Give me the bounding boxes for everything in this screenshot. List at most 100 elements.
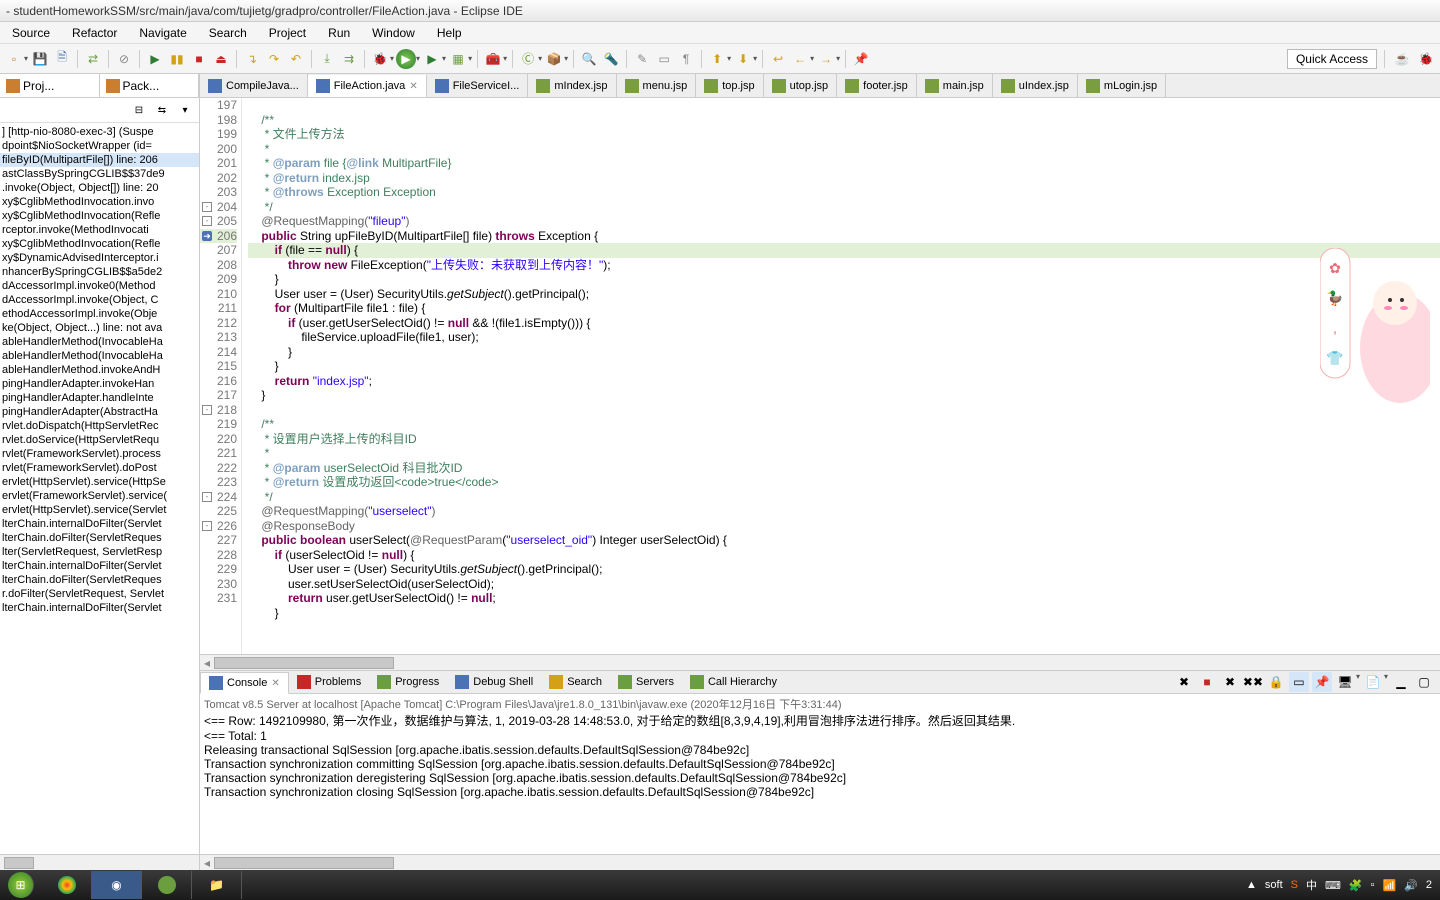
annotation-next-icon[interactable]: ⬇	[733, 49, 753, 69]
run-last-icon[interactable]: ▶	[422, 49, 442, 69]
editor-body[interactable]: 197198199200201202203204-205-206➜2072082…	[200, 98, 1440, 654]
tab-progress[interactable]: Progress	[369, 672, 447, 692]
new-package-icon[interactable]: 📦	[544, 49, 564, 69]
coverage-icon[interactable]: ▦	[448, 49, 468, 69]
close-icon[interactable]: ✕	[271, 678, 279, 689]
line-number[interactable]: 226-	[200, 519, 237, 534]
editor-tab[interactable]: FileAction.java✕	[308, 75, 427, 98]
view-tab-project[interactable]: Proj...	[0, 74, 100, 97]
line-number[interactable]: 229	[200, 562, 237, 577]
stack-frame[interactable]: xy$CglibMethodInvocation.invo	[0, 195, 199, 209]
fold-marker-icon[interactable]: -	[202, 216, 212, 226]
stack-frame[interactable]: pingHandlerAdapter.handleInte	[0, 391, 199, 405]
tab-servers[interactable]: Servers	[610, 672, 682, 692]
stack-frame[interactable]: rceptor.invoke(MethodInvocati	[0, 223, 199, 237]
menu-source[interactable]: Source	[4, 24, 58, 42]
stack-frame[interactable]: lterChain.internalDoFilter(Servlet	[0, 601, 199, 615]
last-edit-icon[interactable]: ↩	[768, 49, 788, 69]
line-number[interactable]: 230	[200, 577, 237, 592]
tab-call-hierarchy[interactable]: Call Hierarchy	[682, 672, 785, 692]
stack-frame[interactable]: pingHandlerAdapter(AbstractHa	[0, 405, 199, 419]
line-number[interactable]: 218-	[200, 403, 237, 418]
console-pin-icon[interactable]: 📌	[1312, 672, 1332, 692]
stack-frame[interactable]: ableHandlerMethod.invokeAndH	[0, 363, 199, 377]
toggle-block-icon[interactable]: ▭	[654, 49, 674, 69]
tray-icon-2[interactable]: ⌨	[1325, 879, 1341, 892]
debug-stack-list[interactable]: ] [http-nio-8080-exec-3] (Suspedpoint$Ni…	[0, 123, 199, 854]
stack-frame[interactable]: dpoint$NioSocketWrapper (id=	[0, 139, 199, 153]
stack-frame[interactable]: rvlet(FrameworkServlet).process	[0, 447, 199, 461]
stack-frame[interactable]: rvlet(FrameworkServlet).doPost	[0, 461, 199, 475]
stack-frame[interactable]: xy$DynamicAdvisedInterceptor.i	[0, 251, 199, 265]
new-java-class-icon[interactable]: Ⓒ	[518, 49, 538, 69]
disconnect-icon[interactable]: ⏏	[211, 49, 231, 69]
line-number[interactable]: 216	[200, 374, 237, 389]
editor-tab[interactable]: main.jsp	[917, 74, 993, 97]
terminate-icon[interactable]: ■	[189, 49, 209, 69]
line-number[interactable]: 200	[200, 142, 237, 157]
console-remove-icon[interactable]: ✖	[1220, 672, 1240, 692]
stack-frame[interactable]: dAccessorImpl.invoke(Object, C	[0, 293, 199, 307]
menu-help[interactable]: Help	[429, 24, 470, 42]
save-all-icon[interactable]: 🗎	[52, 49, 72, 69]
editor-tab[interactable]: utop.jsp	[764, 74, 838, 97]
stack-frame[interactable]: dAccessorImpl.invoke0(Method	[0, 279, 199, 293]
console-show-icon[interactable]: ▭	[1289, 672, 1309, 692]
stack-frame[interactable]: ke(Object, Object...) line: not ava	[0, 321, 199, 335]
tray-network-icon[interactable]: 📶	[1382, 879, 1396, 892]
line-number[interactable]: 223	[200, 475, 237, 490]
tray-time[interactable]: 2	[1426, 879, 1432, 891]
line-number[interactable]: 199	[200, 127, 237, 142]
run-icon[interactable]: ▶	[396, 49, 416, 69]
line-number[interactable]: 202	[200, 171, 237, 186]
tray-icon-4[interactable]: ▫	[1371, 879, 1375, 891]
tab-problems[interactable]: Problems	[289, 672, 369, 692]
taskbar-eclipse-icon[interactable]: ◉	[92, 871, 142, 899]
stack-frame[interactable]: ervlet(HttpServlet).service(HttpSe	[0, 475, 199, 489]
editor-tab[interactable]: top.jsp	[696, 74, 763, 97]
tray-icon-3[interactable]: 🧩	[1349, 879, 1363, 892]
stack-frame[interactable]: lter(ServletRequest, ServletResp	[0, 545, 199, 559]
stack-frame[interactable]: astClassBySpringCGLIB$$37de9	[0, 167, 199, 181]
stack-frame[interactable]: lterChain.doFilter(ServletReques	[0, 573, 199, 587]
stack-frame[interactable]: lterChain.doFilter(ServletReques	[0, 531, 199, 545]
tray-up-icon[interactable]: ▲	[1246, 879, 1257, 891]
console-remove-all-icon[interactable]: ✖✖	[1243, 672, 1263, 692]
stack-frame[interactable]: ableHandlerMethod(InvocableHa	[0, 335, 199, 349]
console-view[interactable]: Tomcat v8.5 Server at localhost [Apache …	[200, 694, 1440, 854]
line-number[interactable]: 225	[200, 504, 237, 519]
maximize-icon[interactable]: ▢	[1414, 672, 1434, 692]
forward-icon[interactable]: →	[816, 49, 836, 69]
line-number[interactable]: 222	[200, 461, 237, 476]
console-clear-icon[interactable]: ✖	[1174, 672, 1194, 692]
line-number[interactable]: 220	[200, 432, 237, 447]
menu-project[interactable]: Project	[261, 24, 314, 42]
perspective-java-icon[interactable]: ☕	[1392, 49, 1412, 69]
search-icon[interactable]: 🔦	[601, 49, 621, 69]
system-tray[interactable]: ▲ soft S 中 ⌨ 🧩 ▫ 📶 🔊 2	[1238, 877, 1440, 893]
annotation-prev-icon[interactable]: ⬆	[707, 49, 727, 69]
line-number[interactable]: 231	[200, 591, 237, 606]
open-type-icon[interactable]: 🔍	[579, 49, 599, 69]
tray-icon-1[interactable]: 中	[1306, 877, 1317, 893]
line-number[interactable]: 204-	[200, 200, 237, 215]
line-number[interactable]: 208	[200, 258, 237, 273]
fold-marker-icon[interactable]: -	[202, 202, 212, 212]
console-scrollbar-h[interactable]: ◂	[200, 854, 1440, 870]
tray-sogou-icon[interactable]: S	[1291, 879, 1298, 891]
line-number[interactable]: 221	[200, 446, 237, 461]
editor-tab[interactable]: uIndex.jsp	[993, 74, 1078, 97]
editor-tab[interactable]: mIndex.jsp	[528, 74, 616, 97]
line-number[interactable]: 211	[200, 301, 237, 316]
save-icon[interactable]: 💾	[30, 49, 50, 69]
stack-frame[interactable]: ervlet(HttpServlet).service(Servlet	[0, 503, 199, 517]
use-step-filters-icon[interactable]: ⇉	[339, 49, 359, 69]
toggle-mark-icon[interactable]: ✎	[632, 49, 652, 69]
back-icon[interactable]: ←	[790, 49, 810, 69]
line-number[interactable]: 228	[200, 548, 237, 563]
editor-tab[interactable]: menu.jsp	[617, 74, 697, 97]
taskbar-app-icon[interactable]	[142, 871, 192, 899]
perspective-debug-icon[interactable]: 🐞	[1416, 49, 1436, 69]
console-terminate-icon[interactable]: ■	[1197, 672, 1217, 692]
step-into-icon[interactable]: ↴	[242, 49, 262, 69]
